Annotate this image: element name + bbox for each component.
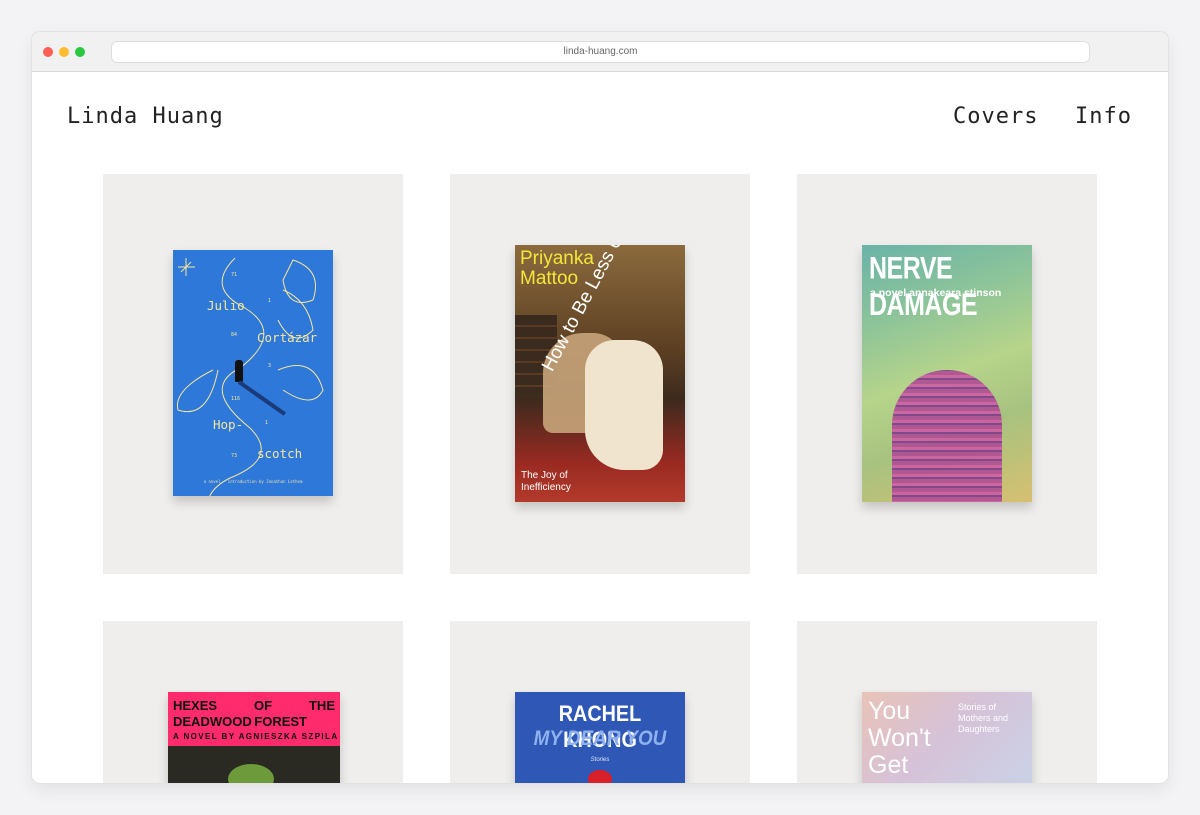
book-title-word-5: FOREST: [254, 714, 307, 729]
chapter-number: 73: [231, 453, 238, 459]
book-author-last: Cortázar: [257, 330, 318, 345]
book-label: Stories: [590, 757, 610, 763]
book-cover-nerve-damage[interactable]: NERVE DAMAGE a novel annakeara stinson: [862, 245, 1032, 502]
book-subtitle: Stories of Mothers and Daughters: [958, 702, 1008, 735]
cover-tile-hopscotch[interactable]: Julio Cortázar Hop- scotch a novel • int…: [103, 174, 403, 574]
book-title: HEXES OF THE DEADWOOD FOREST: [173, 698, 335, 730]
chapter-number: 1: [265, 420, 269, 426]
book-subtitle: A NOVEL BY AGNIESZKA SZPILA: [173, 732, 339, 741]
browser-titlebar: linda-huang.com: [32, 32, 1168, 72]
chapter-number: 84: [231, 332, 238, 338]
book-subtitle: a novel annakeara stinson: [870, 287, 1002, 299]
book-title-word-2: OF: [254, 698, 273, 713]
book-subtitle-line2: Mothers and: [958, 713, 1009, 723]
chapter-number: 71: [231, 272, 238, 278]
book-author-line1: Priyanka: [520, 248, 594, 269]
chapter-number: 1: [268, 298, 272, 304]
maximize-window-button[interactable]: [75, 47, 85, 57]
cover-tile-my-dear-you[interactable]: RACHEL KHONG MY DEAR YOU Stories: [450, 621, 750, 783]
cover-tile-hexes[interactable]: HEXES OF THE DEADWOOD FOREST A NOVEL BY …: [103, 621, 403, 783]
book-title: MY DEAR YOU: [533, 727, 667, 750]
book-cover-hopscotch[interactable]: Julio Cortázar Hop- scotch a novel • int…: [173, 250, 333, 496]
cover-tile-how-to-be-less-useful[interactable]: Priyanka Mattoo How to Be Less Useful Th…: [450, 174, 750, 574]
close-window-button[interactable]: [43, 47, 53, 57]
glitch-portrait-illustration: [892, 370, 1002, 502]
book-subtitle-line2: Inefficiency: [521, 482, 571, 493]
plant-illustration: [228, 764, 274, 783]
address-bar[interactable]: linda-huang.com: [111, 41, 1090, 63]
site-title[interactable]: Linda Huang: [67, 104, 224, 129]
woman-reading-illustration: [585, 340, 663, 470]
book-title-line2: scotch: [257, 446, 303, 461]
cover-tile-you-wont-get[interactable]: You Won't Get Stories of Mothers and Dau…: [797, 621, 1097, 783]
book-author-first: Julio: [207, 298, 245, 313]
book-title-line1: Hop-: [213, 417, 244, 432]
running-figure-icon: [235, 360, 243, 382]
chapter-number: 3: [268, 363, 272, 369]
chapter-number: 116: [231, 396, 241, 402]
rose-illustration: [588, 770, 612, 783]
nav-info-link[interactable]: Info: [1075, 104, 1132, 129]
book-cover-my-dear-you[interactable]: RACHEL KHONG MY DEAR YOU Stories: [515, 692, 685, 783]
book-title: You Won't Get: [868, 698, 931, 779]
book-title-word-1: HEXES: [173, 698, 218, 713]
book-cover-hexes[interactable]: HEXES OF THE DEADWOOD FOREST A NOVEL BY …: [168, 692, 340, 783]
nav-covers-link[interactable]: Covers: [953, 104, 1038, 129]
book-title-line3: Get: [868, 751, 909, 779]
book-cover-you-wont-get[interactable]: You Won't Get Stories of Mothers and Dau…: [862, 692, 1032, 783]
book-subtitle-line1: Stories of: [958, 702, 997, 712]
book-title-word-3: THE: [308, 698, 335, 713]
book-subtitle-line3: Daughters: [958, 724, 1000, 734]
doodle-lines-icon: [176, 257, 324, 496]
cover-tile-nerve-damage[interactable]: NERVE DAMAGE a novel annakeara stinson: [797, 174, 1097, 574]
book-title-word-4: DEADWOOD: [173, 714, 252, 729]
book-title-line1: You: [868, 697, 911, 725]
browser-window: linda-huang.com Linda Huang Covers Info …: [32, 32, 1168, 783]
book-tagline: a novel • introduction by Jonathan Lethe…: [203, 479, 303, 484]
minimize-window-button[interactable]: [59, 47, 69, 57]
book-subtitle: The Joy of Inefficiency: [521, 470, 571, 494]
book-title-line2: Won't: [868, 724, 931, 752]
book-cover-how-to-be-less-useful[interactable]: Priyanka Mattoo How to Be Less Useful Th…: [515, 245, 685, 502]
book-subtitle-line1: The Joy of: [521, 470, 568, 481]
